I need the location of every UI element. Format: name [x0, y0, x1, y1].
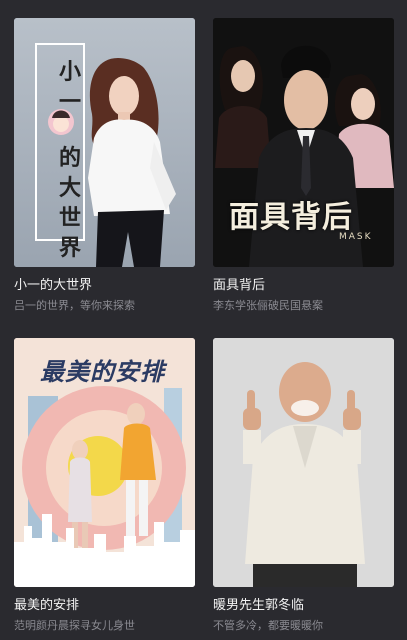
video-title[interactable]: 暖男先生郭冬临 [213, 598, 394, 614]
poster-title: 最美的安排 [40, 357, 165, 386]
video-grid: 小 一 的 大 世 界 小一的大世界 吕一的世界，等你来探索 面具背后 MASK… [0, 0, 407, 640]
video-card[interactable]: 最美的安排 最美的安排 范明颜丹晨探寻女儿身世 [14, 338, 195, 633]
poster-image[interactable]: 小 一 的 大 世 界 [14, 18, 195, 267]
video-subtitle: 李东学张俪破民国悬案 [213, 299, 323, 312]
video-card[interactable]: 面具背后 MASK 面具背后 李东学张俪破民国悬案 [213, 18, 394, 313]
video-subtitle: 吕一的世界，等你来探索 [14, 299, 135, 312]
video-card[interactable]: 小 一 的 大 世 界 小一的大世界 吕一的世界，等你来探索 [14, 18, 195, 313]
video-card[interactable]: 暖男先生郭冬临 不管多冷，都要暖暖你 [213, 338, 394, 633]
poster-image[interactable]: 最美的安排 [14, 338, 195, 587]
poster-title-vertical: 小 一 的 大 世 界 [58, 60, 81, 261]
video-title[interactable]: 最美的安排 [14, 598, 195, 614]
video-title[interactable]: 小一的大世界 [14, 278, 195, 294]
poster-image[interactable]: 面具背后 MASK [213, 18, 394, 267]
video-subtitle: 范明颜丹晨探寻女儿身世 [14, 619, 135, 632]
poster-image[interactable] [213, 338, 394, 587]
poster-title: 面具背后 [229, 200, 353, 235]
video-subtitle: 不管多冷，都要暖暖你 [213, 619, 323, 632]
video-title[interactable]: 面具背后 [213, 278, 394, 294]
poster-subtitle: MASK [339, 232, 373, 242]
